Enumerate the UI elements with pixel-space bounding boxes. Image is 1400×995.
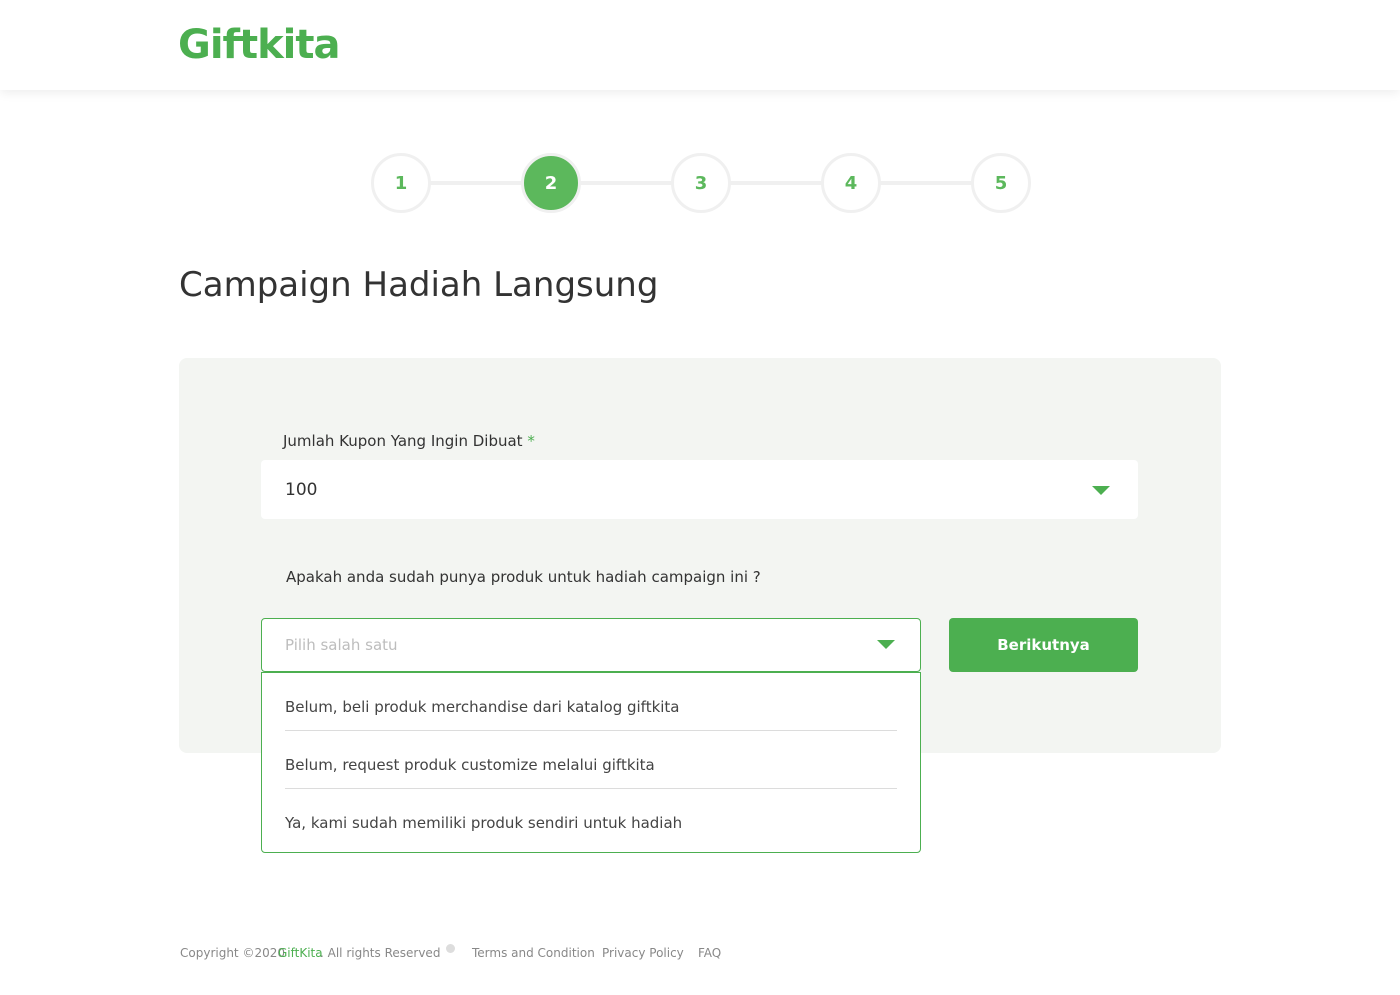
step-2[interactable]: 2 (521, 153, 581, 213)
separator-dot (446, 944, 455, 953)
coupon-count-select[interactable]: 100 (261, 460, 1138, 519)
page-title: Campaign Hadiah Langsung (179, 265, 659, 305)
product-select-placeholder: Pilih salah satu (285, 636, 398, 654)
product-question-label: Apakah anda sudah punya produk untuk had… (286, 568, 761, 586)
step-4[interactable]: 4 (821, 153, 881, 213)
dropdown-option[interactable]: Belum, beli produk merchandise dari kata… (285, 673, 897, 731)
footer-link-privacy[interactable]: Privacy Policy (602, 944, 684, 962)
footer-brand-link[interactable]: GiftKita (278, 944, 323, 962)
dropdown-option[interactable]: Belum, request produk customize melalui … (285, 731, 897, 789)
coupon-count-value: 100 (285, 480, 318, 500)
product-select[interactable]: Pilih salah satu (261, 618, 921, 672)
copyright-suffix: . All rights Reserved (320, 946, 441, 960)
coupon-count-label-text: Jumlah Kupon Yang Ingin Dibuat (283, 432, 523, 450)
step-connector (725, 181, 825, 185)
step-1[interactable]: 1 (371, 153, 431, 213)
dropdown-option[interactable]: Ya, kami sudah memiliki produk sendiri u… (285, 789, 897, 847)
footer-link-faq[interactable]: FAQ (698, 944, 721, 962)
step-connector (875, 181, 975, 185)
next-button[interactable]: Berikutnya (949, 618, 1138, 672)
step-connector (425, 181, 525, 185)
product-dropdown-menu: Belum, beli produk merchandise dari kata… (261, 672, 921, 853)
footer-link-terms[interactable]: Terms and Condition (472, 944, 595, 962)
logo[interactable]: Giftkita (178, 20, 340, 70)
chevron-down-icon (1092, 486, 1110, 495)
step-5[interactable]: 5 (971, 153, 1031, 213)
copyright-prefix: Copyright ©2020 (180, 946, 285, 960)
step-3[interactable]: 3 (671, 153, 731, 213)
step-connector (575, 181, 675, 185)
chevron-down-icon (877, 640, 895, 649)
stepper: 1 2 3 4 5 (370, 153, 1031, 213)
required-mark: * (527, 432, 535, 450)
header: Giftkita (0, 0, 1400, 90)
coupon-count-label: Jumlah Kupon Yang Ingin Dibuat * (283, 431, 535, 451)
